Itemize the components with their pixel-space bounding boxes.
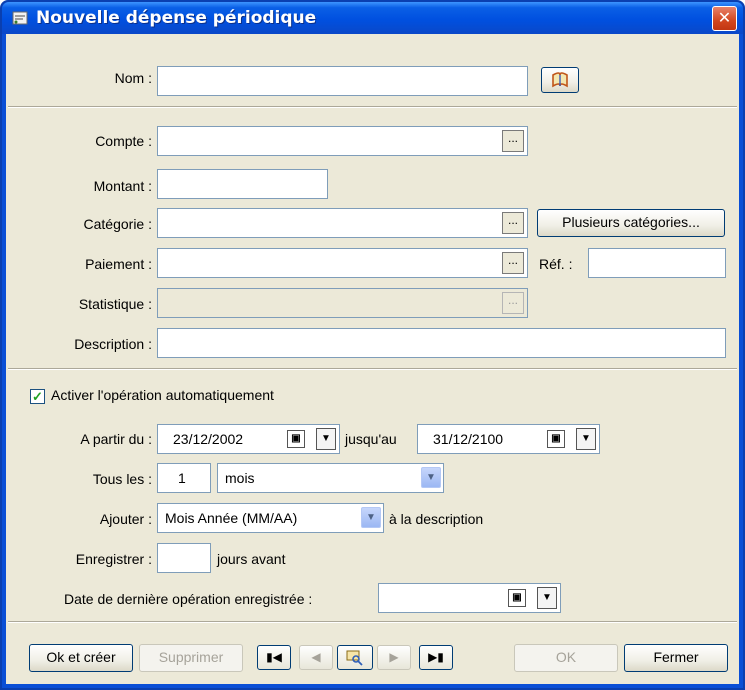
category-label: Catégorie : (83, 216, 152, 232)
record-days-input[interactable] (157, 543, 211, 573)
category-input[interactable]: ... (157, 208, 528, 238)
until-date-dropdown-button[interactable]: ▼ (576, 428, 596, 450)
until-label: jusqu'au (345, 431, 397, 447)
next-record-icon: ▶ (389, 650, 399, 664)
last-date-dropdown-button[interactable]: ▼ (537, 587, 557, 609)
last-date-label: Date de dernière opération enregistrée : (64, 591, 313, 607)
record-label: Enregistrer : (75, 551, 152, 567)
from-date-label: A partir du : (80, 431, 152, 447)
chevron-down-icon[interactable]: ▼ (361, 507, 381, 528)
payment-input[interactable]: ... (157, 248, 528, 278)
last-record-icon: ▶▮ (428, 650, 444, 664)
every-label: Tous les : (92, 471, 152, 487)
account-input[interactable]: ... (157, 126, 528, 156)
window-title: Nouvelle dépense périodique (36, 8, 317, 28)
last-date-input[interactable]: ▣ ▼ (378, 583, 561, 613)
search-icon (346, 650, 363, 666)
every-unit-select[interactable]: mois ▼ (217, 463, 444, 493)
ok-button: OK (514, 644, 618, 672)
ok-create-button[interactable]: Ok et créer (29, 644, 133, 672)
payment-label: Paiement : (85, 256, 152, 272)
search-record-button[interactable] (337, 645, 373, 670)
reference-input[interactable] (588, 248, 726, 278)
chevron-down-icon[interactable]: ▼ (421, 467, 441, 488)
next-record-button: ▶ (377, 645, 411, 670)
from-date-input[interactable]: 23/12/2002 ▣ ▼ (157, 424, 340, 454)
last-record-button[interactable]: ▶▮ (419, 645, 453, 670)
name-input[interactable] (157, 66, 528, 96)
category-browse-button[interactable]: ... (502, 212, 524, 234)
close-window-button[interactable]: ✕ (712, 6, 737, 31)
add-label: Ajouter : (99, 511, 152, 527)
add-suffix-label: à la description (389, 511, 484, 527)
name-picker-button[interactable] (541, 67, 579, 93)
add-format-select[interactable]: Mois Année (MM/AA) ▼ (157, 503, 384, 533)
title-bar[interactable]: Nouvelle dépense périodique ✕ (2, 2, 743, 34)
previous-record-button: ◀ (299, 645, 333, 670)
calendar-icon[interactable]: ▣ (508, 589, 526, 607)
separator-middle (8, 368, 737, 370)
statistic-browse-button: ... (502, 292, 524, 314)
recurring-expense-icon (12, 11, 28, 25)
first-record-button[interactable]: ▮◀ (257, 645, 291, 670)
previous-record-icon: ◀ (311, 650, 321, 664)
from-date-dropdown-button[interactable]: ▼ (316, 428, 336, 450)
first-record-icon: ▮◀ (266, 650, 282, 664)
dialog-window: Nouvelle dépense périodique ✕ Nom : Comp… (0, 0, 745, 690)
calendar-icon[interactable]: ▣ (547, 430, 565, 448)
amount-input[interactable] (157, 169, 328, 199)
book-icon (552, 72, 568, 88)
separator-top (8, 106, 737, 108)
close-button[interactable]: Fermer (624, 644, 728, 672)
separator-bottom (8, 621, 737, 623)
payment-browse-button[interactable]: ... (502, 252, 524, 274)
statistic-label: Statistique : (78, 296, 152, 312)
delete-button: Supprimer (139, 644, 243, 672)
multiple-categories-button[interactable]: Plusieurs catégories... (537, 209, 725, 237)
description-input[interactable] (157, 328, 726, 358)
reference-label: Réf. : (539, 256, 573, 272)
activate-checkbox[interactable]: ✓ (30, 389, 45, 404)
activate-label: Activer l'opération automatiquement (51, 387, 274, 403)
account-browse-button[interactable]: ... (502, 130, 524, 152)
until-date-input[interactable]: 31/12/2100 ▣ ▼ (417, 424, 600, 454)
description-label: Description : (74, 336, 152, 352)
amount-label: Montant : (93, 178, 152, 194)
calendar-icon[interactable]: ▣ (287, 430, 305, 448)
statistic-input: ... (157, 288, 528, 318)
every-count-input[interactable]: 1 (157, 463, 211, 493)
dialog-body: Nom : Compte : ... Montant : Catégorie :… (6, 34, 739, 684)
name-label: Nom : (114, 70, 152, 86)
account-label: Compte : (95, 133, 152, 149)
record-suffix-label: jours avant (217, 551, 286, 567)
close-icon: ✕ (717, 8, 732, 27)
